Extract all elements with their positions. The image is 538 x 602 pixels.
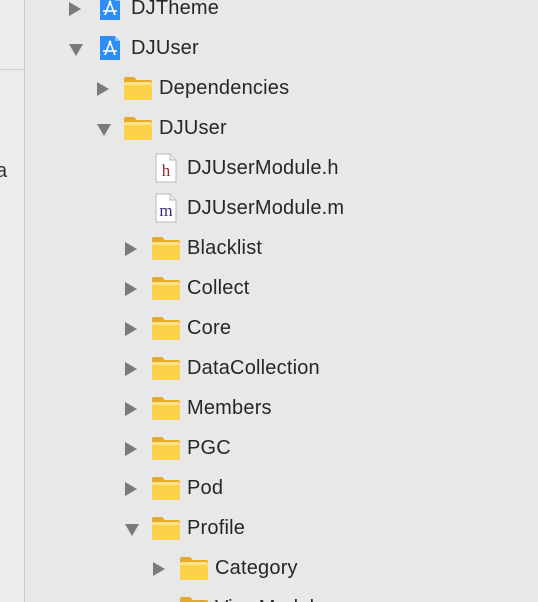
folder-icon bbox=[151, 475, 181, 501]
folder-icon bbox=[151, 515, 181, 541]
tree-row-label: DataCollection bbox=[187, 357, 320, 379]
disclosure-open-icon[interactable] bbox=[69, 44, 83, 56]
disclosure-closed-icon[interactable] bbox=[125, 282, 137, 296]
tree-row-label: DJUser bbox=[159, 117, 227, 139]
tree-row[interactable]: Blacklist bbox=[25, 228, 538, 268]
tree-row[interactable]: m DJUserModule.m bbox=[25, 188, 538, 228]
header-file-icon: h bbox=[151, 153, 181, 183]
disclosure-closed-icon[interactable] bbox=[125, 322, 137, 336]
objc-file-icon: m bbox=[151, 193, 181, 223]
tree-row[interactable]: Profile bbox=[25, 508, 538, 548]
tree-row-label: Collect bbox=[187, 277, 250, 299]
tree-row[interactable]: Category bbox=[25, 548, 538, 588]
tree-row-label: DJTheme bbox=[131, 0, 220, 19]
folder-icon bbox=[151, 395, 181, 421]
tree-row-label: PGC bbox=[187, 437, 231, 459]
tree-row-label: Blacklist bbox=[187, 237, 263, 259]
tree-row-label: ViewModels bbox=[215, 596, 324, 602]
folder-icon bbox=[151, 435, 181, 461]
tree-row[interactable]: Core bbox=[25, 308, 538, 348]
tree-row[interactable]: PGC bbox=[25, 428, 538, 468]
tree-row[interactable]: Collect bbox=[25, 268, 538, 308]
folder-icon bbox=[151, 315, 181, 341]
disclosure-closed-icon[interactable] bbox=[125, 402, 137, 416]
left-pane-divider bbox=[0, 69, 24, 70]
folder-icon bbox=[123, 115, 153, 141]
left-pane-partial-text: a bbox=[0, 160, 8, 182]
tree-row-label: Profile bbox=[187, 517, 246, 539]
disclosure-closed-icon[interactable] bbox=[97, 82, 109, 96]
tree-row-label: Category bbox=[215, 557, 298, 579]
folder-icon bbox=[123, 75, 153, 101]
disclosure-closed-icon[interactable] bbox=[125, 242, 137, 256]
disclosure-closed-icon[interactable] bbox=[125, 482, 137, 496]
tree-row[interactable]: ViewModels bbox=[25, 588, 538, 602]
xcode-project-icon bbox=[95, 35, 125, 61]
tree-row[interactable]: Members bbox=[25, 388, 538, 428]
svg-text:m: m bbox=[159, 201, 172, 220]
folder-icon bbox=[151, 235, 181, 261]
disclosure-closed-icon[interactable] bbox=[69, 2, 81, 16]
tree-row[interactable]: DJUser bbox=[25, 28, 538, 68]
disclosure-closed-icon[interactable] bbox=[153, 562, 165, 576]
disclosure-closed-icon[interactable] bbox=[125, 362, 137, 376]
folder-icon bbox=[179, 595, 209, 602]
folder-icon bbox=[151, 355, 181, 381]
xcode-project-icon bbox=[95, 0, 125, 21]
tree-row[interactable]: Dependencies bbox=[25, 68, 538, 108]
tree-row-label: DJUserModule.m bbox=[187, 197, 345, 219]
tree-row-label: Pod bbox=[187, 477, 224, 499]
left-pane: a bbox=[0, 0, 25, 602]
disclosure-closed-icon[interactable] bbox=[125, 442, 137, 456]
folder-icon bbox=[179, 555, 209, 581]
folder-icon bbox=[151, 275, 181, 301]
tree-row[interactable]: h DJUserModule.h bbox=[25, 148, 538, 188]
tree-row-label: Members bbox=[187, 397, 272, 419]
tree-row[interactable]: DJTheme bbox=[25, 0, 538, 28]
tree-row-label: Core bbox=[187, 317, 232, 339]
svg-text:h: h bbox=[162, 161, 171, 180]
tree-row[interactable]: DataCollection bbox=[25, 348, 538, 388]
project-navigator: DJTheme DJUser Dependencies DJUser h DJUserMo… bbox=[25, 0, 538, 602]
disclosure-open-icon[interactable] bbox=[97, 124, 111, 136]
tree-row[interactable]: Pod bbox=[25, 468, 538, 508]
tree-row-label: DJUserModule.h bbox=[187, 157, 339, 179]
tree-row[interactable]: DJUser bbox=[25, 108, 538, 148]
tree-row-label: DJUser bbox=[131, 37, 199, 59]
disclosure-open-icon[interactable] bbox=[125, 524, 139, 536]
tree-row-label: Dependencies bbox=[159, 77, 290, 99]
